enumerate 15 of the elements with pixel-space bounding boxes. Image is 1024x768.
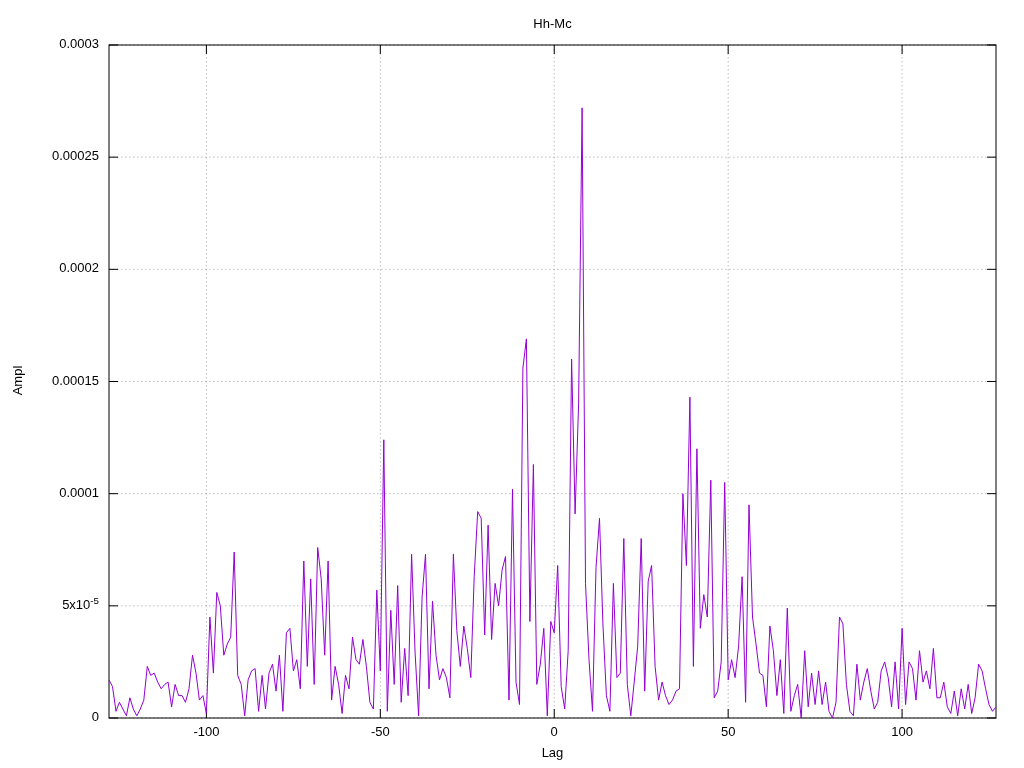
tick-label: 5x10$^{-5}$ [62,597,99,611]
tick-label: 0.0001 [59,485,99,499]
tick-label: 0 [549,725,559,738]
tick-label: -50 [369,725,391,738]
tick-label: -100 [192,725,221,738]
tick-label: 0.0003 [59,37,99,50]
tick-label: 0.00015 [52,373,99,387]
tick-label: 50 [719,725,737,738]
tick-label: 0 [91,710,99,723]
tick-label: 0.00025 [52,149,99,163]
tick-label: 0.0002 [59,261,99,275]
chart-title: Hh-Mc [532,15,573,33]
tick-label: 100 [890,725,914,738]
axis-label: Ampl [10,364,24,398]
axis-label: Lag [540,746,565,759]
